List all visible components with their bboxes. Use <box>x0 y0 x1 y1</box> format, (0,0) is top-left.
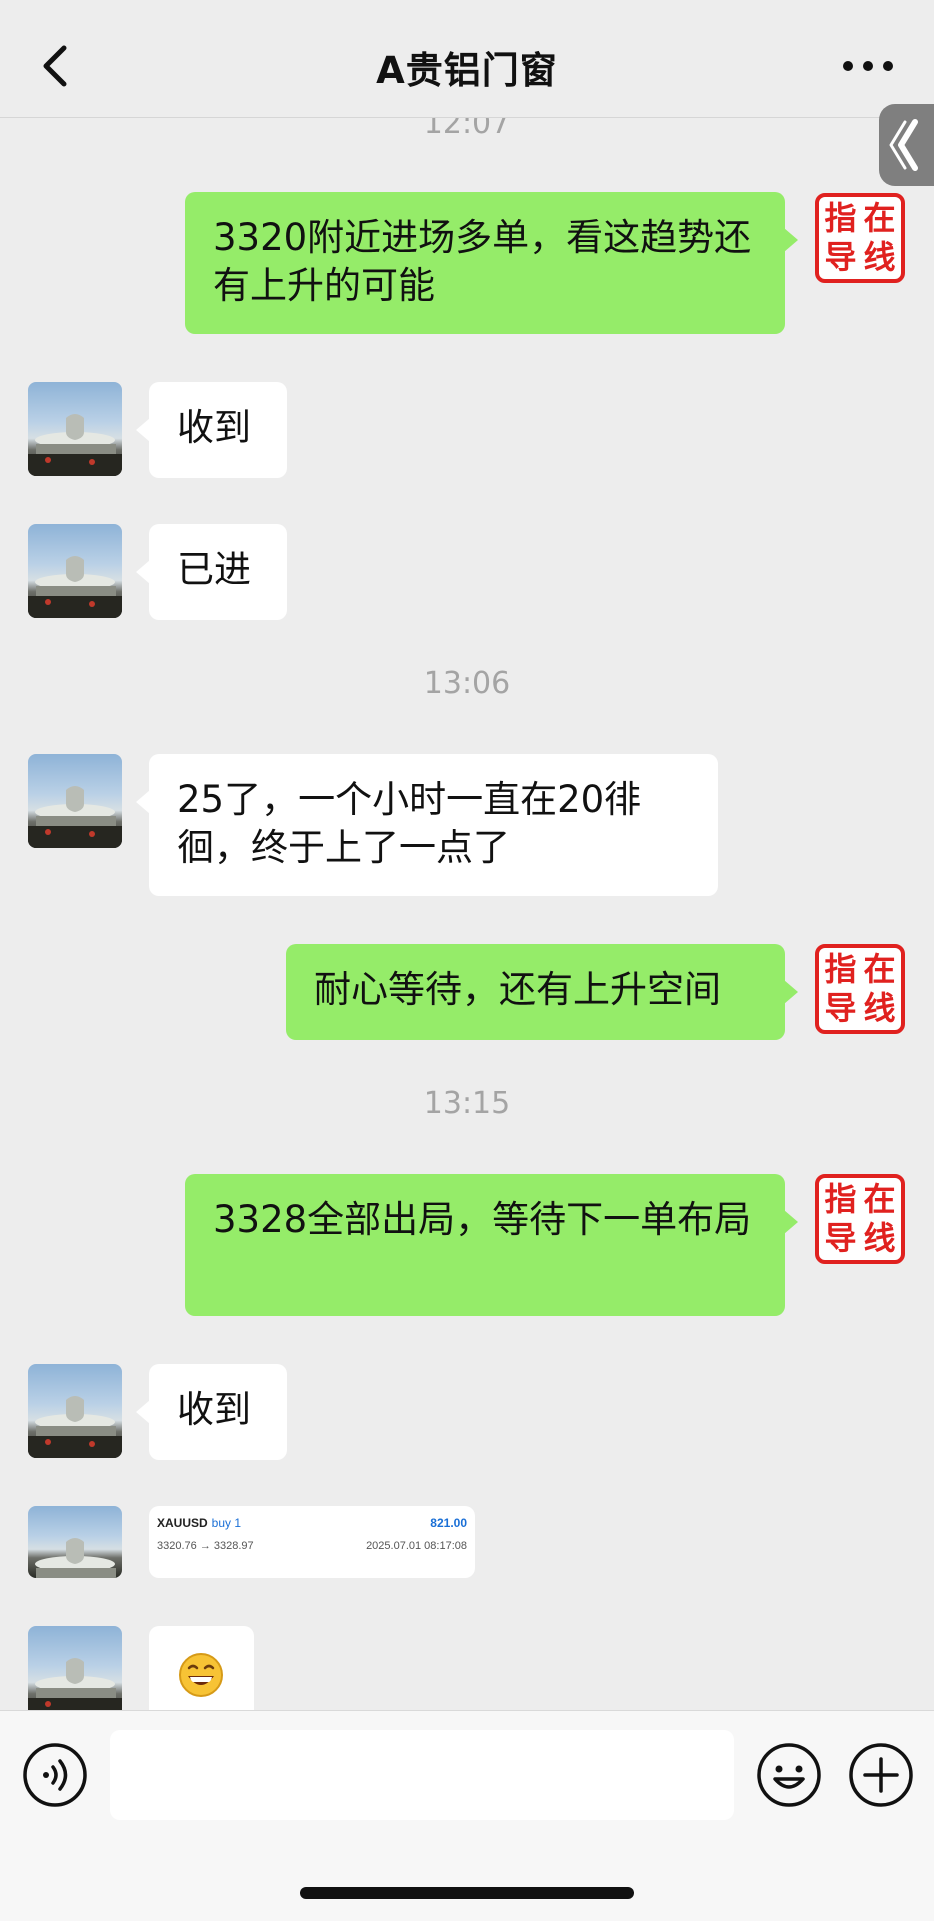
chevron-left-icon <box>889 119 918 171</box>
chat-title: A贵铝门窗 <box>376 49 558 92</box>
statue-photo-icon <box>28 1658 122 1710</box>
statue-photo-icon <box>28 556 122 618</box>
outgoing-message[interactable]: 3320附近进场多单，看这趋势还有上升的可能 <box>185 192 798 334</box>
statue-photo-icon <box>35 1538 116 1578</box>
smiley-icon <box>757 1743 821 1807</box>
statue-photo-icon <box>28 1396 122 1458</box>
home-indicator <box>300 1887 634 1899</box>
voice-icon <box>23 1743 87 1807</box>
incoming-message[interactable]: 已进 <box>136 524 287 620</box>
more-actions-button[interactable] <box>848 1742 914 1808</box>
stamp-avatar[interactable]: 指在 导线 <box>815 1174 905 1264</box>
outgoing-message[interactable]: 耐心等待，还有上升空间 <box>286 944 798 1040</box>
statue-photo-icon <box>28 414 122 476</box>
more-dots-icon <box>843 61 893 71</box>
outgoing-message[interactable]: 3328全部出局，等待下一单布局 <box>185 1174 798 1316</box>
trade-symbol: XAUUSD <box>157 1516 208 1530</box>
stamp-avatar[interactable]: 指在 导线 <box>815 944 905 1034</box>
floating-side-tab[interactable] <box>879 104 934 186</box>
emoji-message[interactable] <box>149 1626 254 1710</box>
trade-screenshot-message[interactable]: XAUUSD buy 1 821.00 3320.76 → 3328.97 202… <box>149 1506 475 1578</box>
grinning-face-icon <box>179 1653 223 1697</box>
timestamp: 12:07 <box>423 118 511 141</box>
trade-side: buy 1 <box>211 1516 242 1530</box>
incoming-message[interactable]: 收到 <box>136 382 287 478</box>
stamp-avatar[interactable]: 指在 导线 <box>815 193 905 283</box>
avatar[interactable] <box>28 524 122 618</box>
emoji-button[interactable] <box>756 1742 822 1808</box>
avatar[interactable] <box>28 382 122 476</box>
avatar[interactable] <box>28 1626 122 1710</box>
timestamp: 13:15 <box>423 1086 511 1121</box>
trade-prices: 3320.76 → 3328.97 <box>157 1540 254 1552</box>
chat-message-list[interactable]: 12:07 3320附近进场多单，看这趋势还有上升的可能 指在 导线 收到 已进… <box>0 118 934 1710</box>
avatar[interactable] <box>28 1364 122 1458</box>
incoming-message[interactable]: 收到 <box>136 1364 287 1460</box>
voice-button[interactable] <box>22 1742 88 1808</box>
plus-icon <box>849 1743 913 1807</box>
avatar[interactable] <box>28 1506 122 1578</box>
timestamp: 13:06 <box>423 666 511 701</box>
chat-header: A贵铝门窗 <box>0 0 934 118</box>
message-input[interactable] <box>110 1730 734 1820</box>
trade-profit: 821.00 <box>430 1516 467 1530</box>
trade-time: 2025.07.01 08:17:08 <box>366 1540 467 1552</box>
avatar[interactable] <box>28 754 122 848</box>
incoming-message[interactable]: 25了，一个小时一直在20徘徊，终于上了一点了 <box>136 754 718 896</box>
statue-photo-icon <box>28 786 122 848</box>
more-button[interactable] <box>838 46 898 86</box>
input-bar <box>0 1710 934 1921</box>
